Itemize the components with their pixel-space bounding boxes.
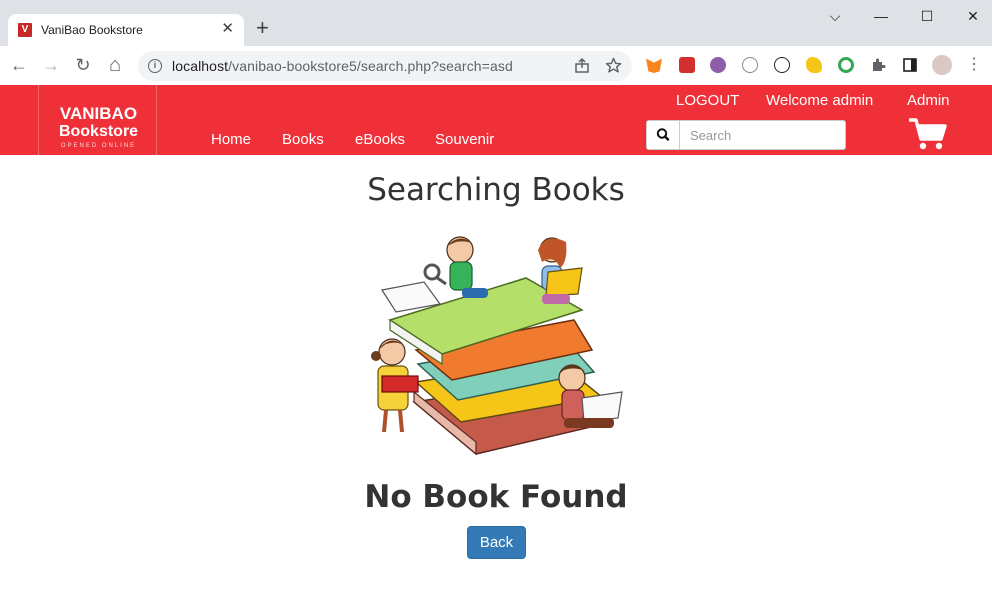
url-host: localhost [172, 58, 229, 74]
search-input[interactable] [681, 121, 845, 149]
site-logo[interactable]: VANIBAO Bookstore OPENED ONLINE [38, 85, 157, 155]
browser-tabstrip: V VaniBao Bookstore ✕ + ⌵ — ☐ ✕ [0, 0, 992, 46]
chrome-ring-icon[interactable] [838, 57, 854, 73]
profile-avatar[interactable] [932, 55, 952, 75]
snowflake-icon[interactable] [742, 57, 758, 73]
purple-circle-icon[interactable] [710, 57, 726, 73]
metamask-icon[interactable] [646, 58, 662, 73]
nav-ebooks[interactable]: eBooks [355, 131, 405, 148]
logo-line1: VANIBAO [59, 104, 138, 123]
forward-arrow-icon[interactable]: → [40, 54, 62, 76]
bookmark-star-icon[interactable] [605, 57, 622, 74]
logo-line2: Bookstore [58, 123, 139, 140]
kids-reading-books-illustration [371, 236, 623, 456]
browser-tab[interactable]: V VaniBao Bookstore ✕ [8, 14, 244, 46]
tab-close-icon[interactable]: ✕ [221, 20, 234, 38]
address-bar[interactable]: i localhost/vanibao-bookstore5/search.ph… [138, 51, 632, 81]
minimize-button[interactable]: — [858, 4, 904, 28]
back-button[interactable]: Back [467, 526, 526, 559]
search-box [646, 120, 846, 150]
shopping-cart-icon[interactable] [909, 117, 947, 151]
nav-books[interactable]: Books [282, 131, 324, 148]
nav-home[interactable]: Home [211, 131, 251, 148]
pdf-icon[interactable] [679, 57, 695, 73]
page-title: Searching Books [367, 172, 625, 208]
play-icon[interactable] [774, 57, 790, 73]
search-icon [656, 128, 670, 141]
site-info-icon[interactable]: i [148, 59, 162, 73]
tab-search-chevron-icon[interactable]: ⌵ [812, 4, 858, 28]
side-panel-icon[interactable] [902, 57, 918, 73]
admin-link[interactable]: Admin [907, 92, 950, 109]
new-tab-button[interactable]: + [256, 17, 269, 39]
close-window-button[interactable]: ✕ [950, 4, 992, 28]
duck-icon[interactable] [806, 57, 822, 73]
no-results-message: No Book Found [364, 479, 628, 515]
site-header: VANIBAO Bookstore OPENED ONLINE Home Boo… [0, 85, 992, 155]
url-path: /vanibao-bookstore5/search.php?search=as… [228, 58, 513, 74]
home-icon[interactable]: ⌂ [104, 54, 126, 76]
nav-souvenir[interactable]: Souvenir [435, 131, 494, 148]
maximize-button[interactable]: ☐ [904, 4, 950, 28]
tab-favicon-icon: V [18, 23, 32, 37]
browser-toolbar: ← → ↻ ⌂ i localhost/vanibao-bookstore5/s… [0, 46, 992, 85]
welcome-text: Welcome admin [766, 92, 874, 109]
search-button[interactable] [647, 121, 680, 149]
puzzle-icon[interactable] [870, 57, 886, 73]
back-arrow-icon[interactable]: ← [8, 54, 30, 76]
menu-dots-icon[interactable]: ⋮ [966, 56, 982, 74]
tab-title: VaniBao Bookstore [41, 23, 143, 37]
logo-tagline: OPENED ONLINE [60, 143, 137, 149]
share-icon[interactable] [574, 58, 590, 74]
logout-link[interactable]: LOGOUT [676, 92, 739, 109]
reload-icon[interactable]: ↻ [72, 54, 94, 76]
url-text[interactable]: localhost/vanibao-bookstore5/search.php?… [172, 58, 513, 74]
